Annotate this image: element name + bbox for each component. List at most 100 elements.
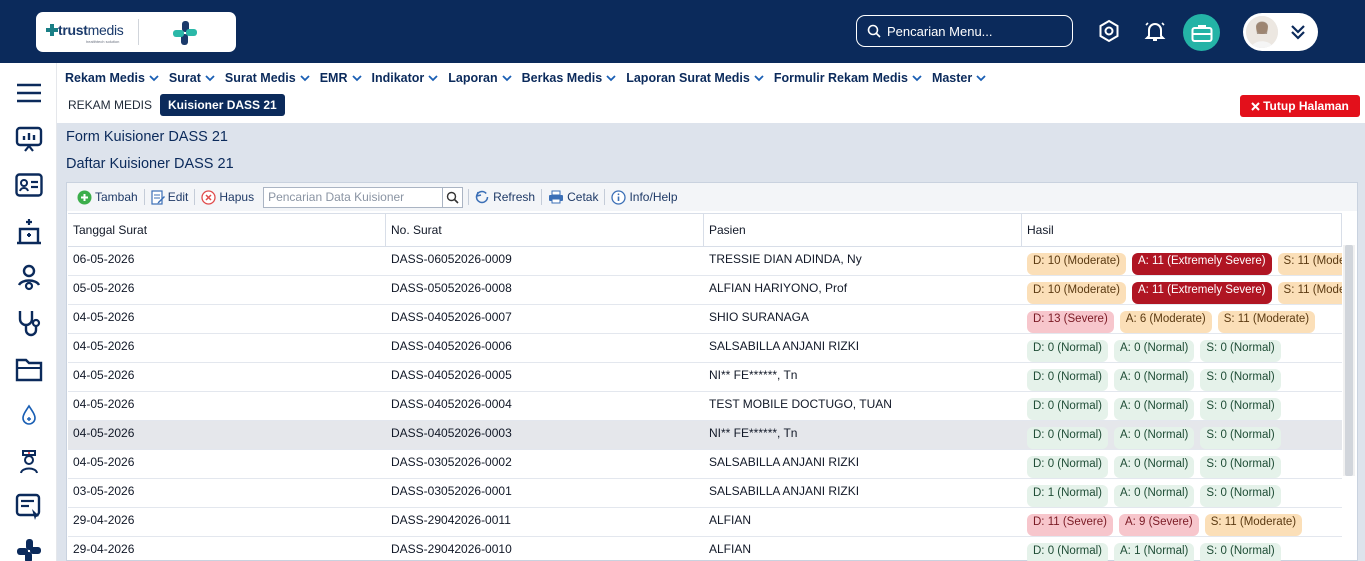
toolbar-separator bbox=[194, 189, 196, 205]
tab-kuisioner-dass[interactable]: Kuisioner DASS 21 bbox=[160, 94, 285, 116]
chevron-down-icon bbox=[205, 75, 215, 82]
menu-search[interactable]: Pencarian Menu... bbox=[856, 15, 1073, 47]
cell-date: 03-05-2026 bbox=[73, 484, 135, 498]
main-menu: Rekam Medis Surat Surat Medis EMR Indika… bbox=[65, 70, 996, 86]
menu-surat-medis[interactable]: Surat Medis bbox=[225, 70, 310, 86]
result-badge: D: 0 (Normal) bbox=[1027, 427, 1109, 449]
document-search-icon[interactable] bbox=[13, 491, 45, 523]
trustmedis-icon[interactable] bbox=[13, 535, 45, 561]
logo-text-bold: trust bbox=[58, 22, 88, 38]
result-badge: S: 0 (Normal) bbox=[1200, 543, 1281, 561]
cell-number: DASS-29042026-0010 bbox=[391, 542, 512, 556]
data-search-input[interactable] bbox=[264, 187, 443, 207]
id-card-icon[interactable] bbox=[13, 169, 45, 201]
help-button[interactable]: Info/Help bbox=[606, 189, 682, 205]
breadcrumb-parent[interactable]: REKAM MEDIS bbox=[62, 98, 158, 112]
search-icon[interactable] bbox=[442, 187, 462, 207]
plus-circle-icon bbox=[77, 190, 92, 204]
list-panel: Tambah Edit Hapus Refresh Cetak bbox=[66, 182, 1358, 561]
chevron-down-icon bbox=[300, 75, 310, 82]
table-row[interactable]: 04-05-2026 DASS-04052026-0006 SALSABILLA A… bbox=[68, 334, 1342, 363]
printer-icon bbox=[549, 190, 564, 204]
menu-laporan-surat-medis[interactable]: Laporan Surat Medis bbox=[626, 70, 764, 86]
scrollbar-thumb[interactable] bbox=[1345, 245, 1353, 476]
table-row[interactable]: 06-05-2026 DASS-06052026-0009 TRESSIE DIAN… bbox=[68, 247, 1342, 276]
cell-patient: ALFIAN HARIYONO, Prof bbox=[709, 281, 848, 295]
table-row[interactable]: 04-05-2026 DASS-04052026-0005 NI** FE*****… bbox=[68, 363, 1342, 392]
result-badge: D: 13 (Severe) bbox=[1027, 311, 1114, 333]
refresh-icon bbox=[475, 190, 489, 204]
briefcase-icon[interactable] bbox=[1183, 14, 1220, 51]
delete-button[interactable]: Hapus bbox=[196, 189, 259, 205]
menu-icon[interactable] bbox=[13, 77, 45, 109]
cell-patient: TRESSIE DIAN ADINDA, Ny bbox=[709, 252, 862, 266]
delete-icon bbox=[201, 189, 217, 205]
cell-date: 29-04-2026 bbox=[73, 513, 135, 527]
column-header-result[interactable]: Hasil bbox=[1022, 214, 1342, 246]
result-badge: A: 0 (Normal) bbox=[1114, 456, 1195, 478]
table-row[interactable]: 04-05-2026 DASS-04052026-0007 SHIO SURANAG… bbox=[68, 305, 1342, 334]
drop-icon[interactable] bbox=[13, 399, 45, 431]
presentation-chart-icon[interactable] bbox=[13, 123, 45, 155]
logo-text-light: medis bbox=[87, 22, 124, 38]
result-badge: D: 11 (Severe) bbox=[1027, 514, 1113, 536]
menu-indikator[interactable]: Indikator bbox=[372, 70, 439, 86]
result-badge: A: 11 (Extremely Severe) bbox=[1131, 253, 1272, 275]
table-row[interactable]: 04-05-2026 DASS-04052026-0003 NI** FE*****… bbox=[68, 421, 1342, 450]
column-header-patient[interactable]: Pasien bbox=[704, 214, 1022, 246]
close-page-button[interactable]: Tutup Halaman bbox=[1240, 95, 1360, 117]
table-row[interactable]: 05-05-2026 DASS-05052026-0008 ALFIAN HARIY… bbox=[68, 276, 1342, 305]
user-menu[interactable] bbox=[1243, 13, 1318, 51]
data-search bbox=[263, 186, 464, 208]
edit-button[interactable]: Edit bbox=[146, 189, 194, 205]
result-badge: S: 0 (Normal) bbox=[1200, 456, 1281, 478]
table-row[interactable]: 03-05-2026 DASS-03052026-0001 SALSABILLA A… bbox=[68, 479, 1342, 508]
trustmedis-small-icon bbox=[46, 24, 58, 36]
close-page-label: Tutup Halaman bbox=[1263, 99, 1349, 113]
hospital-icon[interactable] bbox=[13, 215, 45, 247]
logo[interactable]: trustmedis healthtech solution bbox=[36, 12, 236, 52]
cell-date: 04-05-2026 bbox=[73, 426, 135, 440]
result-badge: A: 1 (Normal) bbox=[1114, 543, 1195, 561]
result-badge: D: 0 (Normal) bbox=[1027, 543, 1109, 561]
nurse-icon[interactable] bbox=[13, 445, 45, 477]
table-row[interactable]: 29-04-2026 DASS-29042026-0011 ALFIAN D: 11 … bbox=[68, 508, 1342, 537]
chevron-down-icon bbox=[351, 75, 362, 82]
column-header-date[interactable]: Tanggal Surat bbox=[68, 214, 386, 246]
bell-icon[interactable] bbox=[1141, 17, 1169, 45]
cell-date: 04-05-2026 bbox=[73, 368, 135, 382]
stethoscope-icon[interactable] bbox=[13, 307, 45, 339]
vertical-scrollbar[interactable] bbox=[1343, 245, 1355, 476]
table-row[interactable]: 04-05-2026 DASS-04052026-0004 TEST MOBILE … bbox=[68, 392, 1342, 421]
settings-icon[interactable] bbox=[1095, 17, 1123, 45]
table-row[interactable]: 04-05-2026 DASS-03052026-0002 SALSABILLA A… bbox=[68, 450, 1342, 479]
result-badge: S: 11 (Moderate) bbox=[1277, 282, 1342, 304]
menu-master[interactable]: Master bbox=[932, 70, 986, 86]
toolbar-separator bbox=[468, 189, 470, 205]
user-care-icon[interactable] bbox=[13, 261, 45, 293]
cell-number: DASS-04052026-0007 bbox=[391, 310, 512, 324]
menu-laporan[interactable]: Laporan bbox=[448, 70, 512, 86]
cell-result: D: 1 (Normal) A: 0 (Normal) S: 0 (Normal) bbox=[1022, 479, 1342, 507]
top-header: trustmedis healthtech solution Pencarian… bbox=[0, 0, 1365, 63]
menu-berkas-medis[interactable]: Berkas Medis bbox=[522, 70, 617, 86]
menu-surat[interactable]: Surat bbox=[169, 70, 215, 86]
menu-formulir-rekam-medis[interactable]: Formulir Rekam Medis bbox=[774, 70, 922, 86]
result-badge: A: 0 (Normal) bbox=[1114, 427, 1195, 449]
menu-rekam-medis[interactable]: Rekam Medis bbox=[65, 70, 159, 86]
chevron-down-icon bbox=[501, 75, 512, 82]
result-badge: S: 0 (Normal) bbox=[1200, 369, 1281, 391]
add-button[interactable]: Tambah bbox=[72, 190, 143, 205]
refresh-button[interactable]: Refresh bbox=[470, 190, 540, 204]
menu-emr[interactable]: EMR bbox=[320, 70, 362, 86]
cell-patient: SALSABILLA ANJANI RIZKI bbox=[709, 455, 860, 469]
result-badge: S: 0 (Normal) bbox=[1200, 398, 1281, 420]
column-header-number[interactable]: No. Surat bbox=[386, 214, 704, 246]
result-badge: S: 11 (Moderate) bbox=[1204, 514, 1303, 536]
print-button[interactable]: Cetak bbox=[543, 190, 603, 204]
folder-icon[interactable] bbox=[13, 353, 45, 385]
cell-date: 06-05-2026 bbox=[73, 252, 135, 266]
form-title[interactable]: Form Kuisioner DASS 21 bbox=[66, 129, 228, 145]
table-row[interactable]: 29-04-2026 DASS-29042026-0010 ALFIAN D: 0 (… bbox=[68, 537, 1342, 561]
result-badge: A: 0 (Normal) bbox=[1114, 485, 1195, 507]
